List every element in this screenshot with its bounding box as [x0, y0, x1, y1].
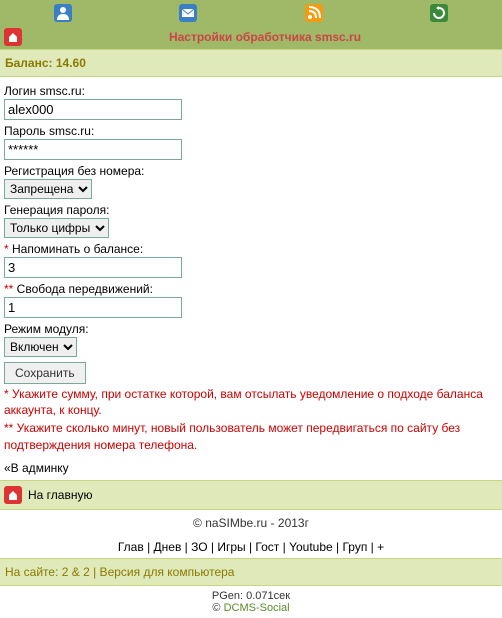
footnote-2: ** Укажите сколько минут, новый пользова…	[4, 420, 498, 452]
remind-input[interactable]	[4, 257, 182, 278]
mail-icon[interactable]	[178, 3, 198, 23]
admin-link[interactable]: «В админку	[0, 456, 502, 480]
freedom-label: ** Свобода передвижений:	[4, 282, 498, 296]
password-label: Пароль smsc.ru:	[4, 124, 498, 138]
home-icon[interactable]	[4, 28, 22, 46]
freedom-star: **	[4, 282, 13, 296]
online-bar[interactable]: На сайте: 2 & 2 | Версия для компьютера	[0, 558, 502, 586]
password-input[interactable]	[4, 139, 182, 160]
mode-label: Режим модуля:	[4, 322, 498, 336]
rss-icon[interactable]	[304, 3, 324, 23]
profile-icon[interactable]	[53, 3, 73, 23]
footer-nav-links[interactable]: Глав | Днев | ЗО | Игры | Гост | Youtube…	[118, 540, 384, 554]
footer-nav: Глав | Днев | ЗО | Игры | Гост | Youtube…	[0, 536, 502, 558]
login-input[interactable]	[4, 99, 182, 120]
footnote-1: * Укажите сумму, при остатке которой, ва…	[4, 386, 498, 418]
pgen-text: PGen: 0.071сек	[212, 590, 290, 602]
home-link-row[interactable]: На главную	[0, 480, 502, 510]
remind-label: * Напоминать о балансе:	[4, 242, 498, 256]
refresh-icon[interactable]	[429, 3, 449, 23]
generation-label: Генерация пароля:	[4, 203, 498, 217]
top-navigation-bar	[0, 0, 502, 25]
title-bar: Настройки обработчика smsc.ru	[0, 25, 502, 49]
login-label: Логин smsc.ru:	[4, 84, 498, 98]
mode-select[interactable]: Включен	[4, 337, 77, 357]
footer-copyright: © naSIMbe.ru - 2013г	[0, 510, 502, 536]
home-icon	[4, 486, 22, 504]
registration-label: Регистрация без номера:	[4, 164, 498, 178]
dcms-link[interactable]: DCMS-Social	[224, 602, 290, 614]
footer-pgen: PGen: 0.071сек © DCMS-Social	[0, 586, 502, 618]
home-link-label: На главную	[28, 488, 92, 502]
save-button[interactable]: Сохранить	[4, 362, 86, 384]
balance-bar: Баланс: 14.60	[0, 49, 502, 77]
registration-select[interactable]: Запрещена	[4, 179, 92, 199]
settings-form: Логин smsc.ru: Пароль smsc.ru: Регистрац…	[0, 77, 502, 456]
generation-select[interactable]: Только цифры	[4, 218, 109, 238]
page-title: Настройки обработчика smsc.ru	[32, 30, 498, 44]
freedom-input[interactable]	[4, 297, 182, 318]
